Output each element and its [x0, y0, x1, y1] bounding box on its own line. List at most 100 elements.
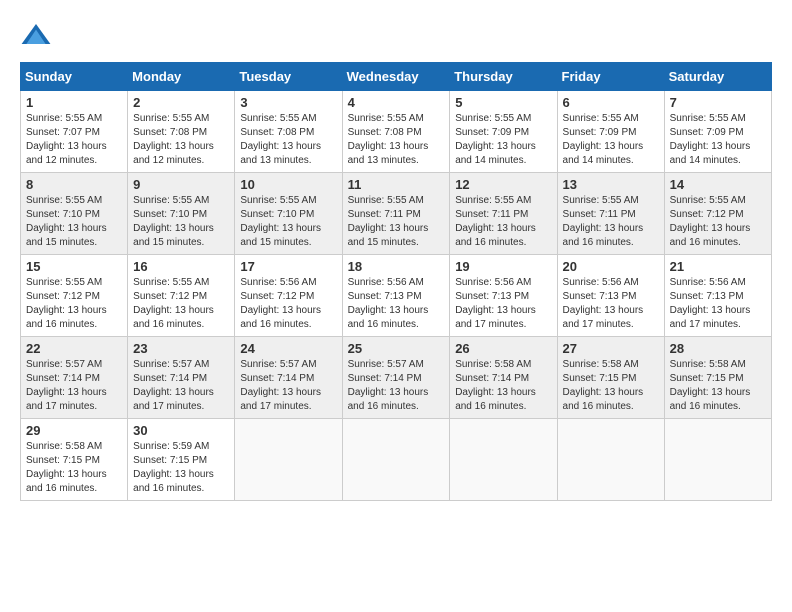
calendar-cell-21: 21 Sunrise: 5:56 AMSunset: 7:13 PMDayligh… [664, 255, 771, 337]
calendar-cell-16: 16 Sunrise: 5:55 AMSunset: 7:12 PMDayligh… [128, 255, 235, 337]
day-info: Sunrise: 5:55 AMSunset: 7:08 PMDaylight:… [348, 113, 429, 166]
day-number: 13 [563, 177, 659, 192]
day-info: Sunrise: 5:56 AMSunset: 7:13 PMDaylight:… [348, 277, 429, 330]
calendar-table: SundayMondayTuesdayWednesdayThursdayFrid… [20, 62, 772, 501]
day-info: Sunrise: 5:57 AMSunset: 7:14 PMDaylight:… [133, 359, 214, 412]
day-number: 24 [240, 341, 336, 356]
calendar-cell-13: 13Sunrise: 5:55 AMSunset: 7:11 PMDayligh… [557, 173, 664, 255]
calendar-cell-27: 27 Sunrise: 5:58 AMSunset: 7:15 PMDayligh… [557, 337, 664, 419]
day-info: Sunrise: 5:57 AMSunset: 7:14 PMDaylight:… [240, 359, 321, 412]
calendar-cell-26: 26 Sunrise: 5:58 AMSunset: 7:14 PMDayligh… [450, 337, 557, 419]
calendar-body: 1 Sunrise: 5:55 AMSunset: 7:07 PMDaylight… [21, 91, 772, 501]
day-number: 17 [240, 259, 336, 274]
calendar-week-2: 8 Sunrise: 5:55 AMSunset: 7:10 PMDaylight… [21, 173, 772, 255]
day-info: Sunrise: 5:55 AMSunset: 7:11 PMDaylight:… [348, 195, 429, 248]
day-info: Sunrise: 5:55 AMSunset: 7:12 PMDaylight:… [133, 277, 214, 330]
day-info: Sunrise: 5:56 AMSunset: 7:13 PMDaylight:… [455, 277, 536, 330]
day-info: Sunrise: 5:56 AMSunset: 7:12 PMDaylight:… [240, 277, 321, 330]
day-info: Sunrise: 5:55 AMSunset: 7:10 PMDaylight:… [240, 195, 321, 248]
day-info: Sunrise: 5:55 AMSunset: 7:08 PMDaylight:… [240, 113, 321, 166]
day-info: Sunrise: 5:56 AMSunset: 7:13 PMDaylight:… [670, 277, 751, 330]
calendar-cell-empty [450, 419, 557, 501]
day-info: Sunrise: 5:57 AMSunset: 7:14 PMDaylight:… [26, 359, 107, 412]
column-header-friday: Friday [557, 63, 664, 91]
day-number: 6 [563, 95, 659, 110]
column-header-wednesday: Wednesday [342, 63, 450, 91]
calendar-week-1: 1 Sunrise: 5:55 AMSunset: 7:07 PMDaylight… [21, 91, 772, 173]
calendar-cell-2: 2 Sunrise: 5:55 AMSunset: 7:08 PMDaylight… [128, 91, 235, 173]
day-number: 11 [348, 177, 445, 192]
calendar-cell-23: 23 Sunrise: 5:57 AMSunset: 7:14 PMDayligh… [128, 337, 235, 419]
day-number: 7 [670, 95, 766, 110]
logo-icon [20, 20, 52, 52]
calendar-cell-29: 29 Sunrise: 5:58 AMSunset: 7:15 PMDayligh… [21, 419, 128, 501]
calendar-cell-22: 22 Sunrise: 5:57 AMSunset: 7:14 PMDayligh… [21, 337, 128, 419]
day-info: Sunrise: 5:55 AMSunset: 7:11 PMDaylight:… [455, 195, 536, 248]
day-info: Sunrise: 5:55 AMSunset: 7:07 PMDaylight:… [26, 113, 107, 166]
calendar-cell-30: 30Sunrise: 5:59 AMSunset: 7:15 PMDayligh… [128, 419, 235, 501]
day-number: 18 [348, 259, 445, 274]
day-number: 29 [26, 423, 122, 438]
day-number: 16 [133, 259, 229, 274]
day-number: 14 [670, 177, 766, 192]
day-number: 1 [26, 95, 122, 110]
calendar-cell-12: 12 Sunrise: 5:55 AMSunset: 7:11 PMDayligh… [450, 173, 557, 255]
calendar-cell-empty [342, 419, 450, 501]
calendar-cell-20: 20 Sunrise: 5:56 AMSunset: 7:13 PMDayligh… [557, 255, 664, 337]
day-number: 19 [455, 259, 551, 274]
day-number: 27 [563, 341, 659, 356]
calendar-cell-17: 17 Sunrise: 5:56 AMSunset: 7:12 PMDayligh… [235, 255, 342, 337]
day-info: Sunrise: 5:57 AMSunset: 7:14 PMDaylight:… [348, 359, 429, 412]
column-header-monday: Monday [128, 63, 235, 91]
day-number: 12 [455, 177, 551, 192]
column-header-tuesday: Tuesday [235, 63, 342, 91]
calendar-cell-8: 8 Sunrise: 5:55 AMSunset: 7:10 PMDaylight… [21, 173, 128, 255]
day-number: 26 [455, 341, 551, 356]
day-number: 8 [26, 177, 122, 192]
day-info: Sunrise: 5:58 AMSunset: 7:14 PMDaylight:… [455, 359, 536, 412]
calendar-cell-4: 4Sunrise: 5:55 AMSunset: 7:08 PMDaylight… [342, 91, 450, 173]
calendar-cell-9: 9Sunrise: 5:55 AMSunset: 7:10 PMDaylight… [128, 173, 235, 255]
day-info: Sunrise: 5:56 AMSunset: 7:13 PMDaylight:… [563, 277, 644, 330]
calendar-cell-empty [557, 419, 664, 501]
day-info: Sunrise: 5:55 AMSunset: 7:10 PMDaylight:… [133, 195, 214, 248]
column-header-saturday: Saturday [664, 63, 771, 91]
day-info: Sunrise: 5:58 AMSunset: 7:15 PMDaylight:… [26, 441, 107, 494]
day-info: Sunrise: 5:58 AMSunset: 7:15 PMDaylight:… [670, 359, 751, 412]
day-number: 28 [670, 341, 766, 356]
calendar-cell-empty [235, 419, 342, 501]
day-number: 5 [455, 95, 551, 110]
day-info: Sunrise: 5:55 AMSunset: 7:08 PMDaylight:… [133, 113, 214, 166]
calendar-cell-10: 10Sunrise: 5:55 AMSunset: 7:10 PMDayligh… [235, 173, 342, 255]
day-number: 20 [563, 259, 659, 274]
calendar-cell-19: 19 Sunrise: 5:56 AMSunset: 7:13 PMDayligh… [450, 255, 557, 337]
calendar-cell-7: 7 Sunrise: 5:55 AMSunset: 7:09 PMDaylight… [664, 91, 771, 173]
calendar-cell-18: 18 Sunrise: 5:56 AMSunset: 7:13 PMDayligh… [342, 255, 450, 337]
calendar-cell-3: 3 Sunrise: 5:55 AMSunset: 7:08 PMDaylight… [235, 91, 342, 173]
day-info: Sunrise: 5:55 AMSunset: 7:09 PMDaylight:… [670, 113, 751, 166]
calendar-cell-14: 14 Sunrise: 5:55 AMSunset: 7:12 PMDayligh… [664, 173, 771, 255]
day-info: Sunrise: 5:58 AMSunset: 7:15 PMDaylight:… [563, 359, 644, 412]
calendar-week-3: 15 Sunrise: 5:55 AMSunset: 7:12 PMDayligh… [21, 255, 772, 337]
day-number: 2 [133, 95, 229, 110]
day-info: Sunrise: 5:55 AMSunset: 7:12 PMDaylight:… [670, 195, 751, 248]
day-number: 15 [26, 259, 122, 274]
calendar-cell-28: 28 Sunrise: 5:58 AMSunset: 7:15 PMDayligh… [664, 337, 771, 419]
calendar-week-4: 22 Sunrise: 5:57 AMSunset: 7:14 PMDayligh… [21, 337, 772, 419]
calendar-cell-15: 15 Sunrise: 5:55 AMSunset: 7:12 PMDayligh… [21, 255, 128, 337]
calendar-cell-1: 1 Sunrise: 5:55 AMSunset: 7:07 PMDaylight… [21, 91, 128, 173]
calendar-cell-25: 25 Sunrise: 5:57 AMSunset: 7:14 PMDayligh… [342, 337, 450, 419]
day-info: Sunrise: 5:59 AMSunset: 7:15 PMDaylight:… [133, 441, 214, 494]
day-info: Sunrise: 5:55 AMSunset: 7:12 PMDaylight:… [26, 277, 107, 330]
day-number: 23 [133, 341, 229, 356]
calendar-cell-24: 24 Sunrise: 5:57 AMSunset: 7:14 PMDayligh… [235, 337, 342, 419]
column-header-thursday: Thursday [450, 63, 557, 91]
day-info: Sunrise: 5:55 AMSunset: 7:10 PMDaylight:… [26, 195, 107, 248]
day-number: 25 [348, 341, 445, 356]
day-number: 22 [26, 341, 122, 356]
day-number: 21 [670, 259, 766, 274]
calendar-header-row: SundayMondayTuesdayWednesdayThursdayFrid… [21, 63, 772, 91]
calendar-cell-5: 5 Sunrise: 5:55 AMSunset: 7:09 PMDaylight… [450, 91, 557, 173]
day-number: 3 [240, 95, 336, 110]
day-info: Sunrise: 5:55 AMSunset: 7:09 PMDaylight:… [455, 113, 536, 166]
